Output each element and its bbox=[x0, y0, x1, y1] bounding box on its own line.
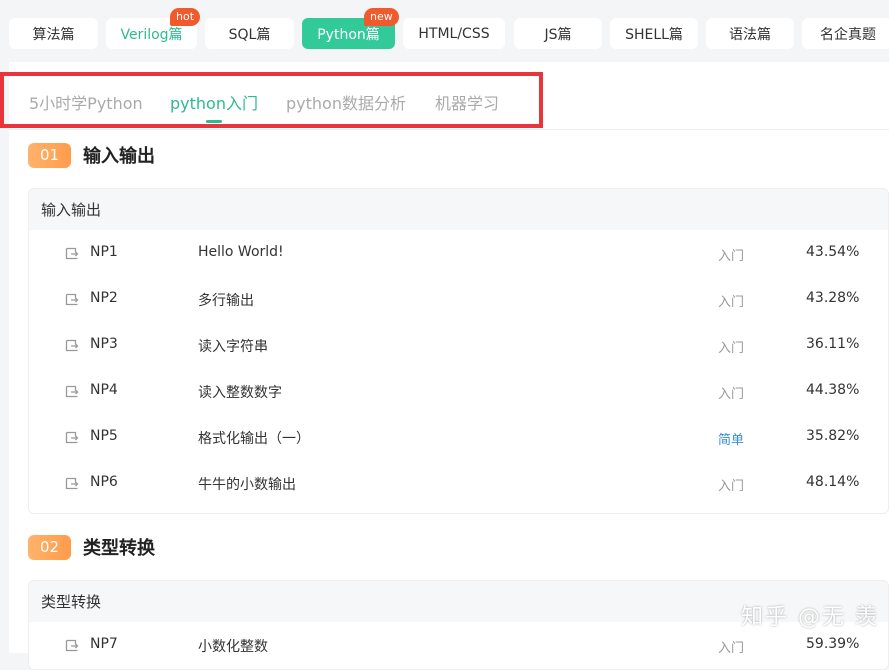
question-icon bbox=[65, 639, 79, 652]
section-title: 类型转换 bbox=[83, 534, 155, 560]
active-underline bbox=[206, 120, 222, 123]
tab-verilog[interactable]: Verilog篇 hot bbox=[106, 18, 197, 49]
tab-label: Python篇 bbox=[317, 24, 380, 44]
question-icon bbox=[65, 339, 79, 352]
subtab-python-data-analysis[interactable]: python数据分析 bbox=[286, 90, 406, 114]
question-icon bbox=[65, 247, 79, 260]
question-code: NP3 bbox=[90, 336, 118, 352]
tab-label: Verilog篇 bbox=[120, 24, 182, 44]
question-code: NP6 bbox=[90, 474, 118, 490]
difficulty-label: 入门 bbox=[718, 383, 744, 402]
tab-label: SQL篇 bbox=[229, 24, 271, 44]
card-title: 输入输出 bbox=[29, 189, 888, 230]
question-icon bbox=[65, 293, 79, 306]
pass-rate: 43.54% bbox=[806, 244, 859, 260]
question-row[interactable]: NP6 牛牛的小数输出 入门 48.14% bbox=[29, 460, 888, 506]
question-icon bbox=[65, 385, 79, 398]
new-badge: new bbox=[364, 8, 399, 26]
difficulty-label: 入门 bbox=[718, 337, 744, 356]
question-title[interactable]: Hello World! bbox=[198, 244, 284, 260]
question-row[interactable]: NP5 格式化输出（一） 简单 35.82% bbox=[29, 414, 888, 460]
question-icon bbox=[65, 431, 79, 444]
tab-label: 算法篇 bbox=[33, 24, 75, 44]
question-code: NP2 bbox=[90, 290, 118, 306]
tab-label: SHELL篇 bbox=[625, 24, 683, 44]
question-code: NP7 bbox=[90, 636, 118, 652]
pass-rate: 48.14% bbox=[806, 474, 859, 490]
pass-rate: 44.38% bbox=[806, 382, 859, 398]
difficulty-label: 简单 bbox=[718, 429, 744, 448]
tab-company-questions[interactable]: 名企真题 bbox=[802, 18, 889, 49]
tab-js[interactable]: JS篇 bbox=[514, 18, 602, 49]
question-code: NP1 bbox=[90, 244, 118, 260]
tab-algorithm[interactable]: 算法篇 bbox=[9, 18, 98, 49]
section-number-badge: 01 bbox=[28, 143, 71, 168]
tab-shell[interactable]: SHELL篇 bbox=[610, 18, 698, 49]
tab-syntax[interactable]: 语法篇 bbox=[706, 18, 794, 49]
subtab-label: python入门 bbox=[170, 94, 258, 113]
question-row[interactable]: NP1 Hello World! 入门 43.54% bbox=[29, 230, 888, 276]
pass-rate: 43.28% bbox=[806, 290, 859, 306]
tab-label: JS篇 bbox=[544, 24, 571, 44]
section-header: 01 输入输出 bbox=[28, 142, 155, 168]
question-icon bbox=[65, 477, 79, 490]
hot-badge: hot bbox=[170, 8, 200, 26]
section-number-badge: 02 bbox=[28, 535, 71, 560]
question-card: 输入输出 NP1Hello World!入门43.54%NP2多行输出入门43.… bbox=[28, 188, 889, 514]
difficulty-label: 入门 bbox=[718, 637, 744, 656]
tab-label: HTML/CSS bbox=[418, 26, 489, 42]
tab-html-css[interactable]: HTML/CSS bbox=[403, 18, 505, 49]
tab-sql[interactable]: SQL篇 bbox=[205, 18, 294, 49]
question-title[interactable]: 小数化整数 bbox=[198, 636, 268, 656]
question-title[interactable]: 读入整数数字 bbox=[198, 382, 282, 402]
question-title[interactable]: 读入字符串 bbox=[198, 336, 268, 356]
pass-rate: 35.82% bbox=[806, 428, 859, 444]
question-title[interactable]: 多行输出 bbox=[198, 290, 254, 310]
sub-tab-bar: 5小时学Python python入门 python数据分析 机器学习 bbox=[9, 62, 889, 130]
pass-rate: 59.39% bbox=[806, 636, 859, 652]
section-header: 02 类型转换 bbox=[28, 534, 155, 560]
difficulty-label: 入门 bbox=[718, 475, 744, 494]
question-row[interactable]: NP4 读入整数数字 入门 44.38% bbox=[29, 368, 888, 414]
question-row[interactable]: NP2 多行输出 入门 43.28% bbox=[29, 276, 888, 322]
section-title: 输入输出 bbox=[83, 142, 155, 168]
subtab-5h-python[interactable]: 5小时学Python bbox=[29, 90, 143, 114]
difficulty-label: 入门 bbox=[718, 291, 744, 310]
pass-rate: 36.11% bbox=[806, 336, 859, 352]
question-title[interactable]: 牛牛的小数输出 bbox=[198, 474, 296, 494]
tab-python[interactable]: Python篇 new bbox=[302, 18, 395, 49]
watermark: 知乎 @无 羡 bbox=[741, 599, 879, 631]
tab-label: 名企真题 bbox=[820, 24, 876, 44]
subtab-python-intro[interactable]: python入门 bbox=[170, 90, 258, 114]
subtab-machine-learning[interactable]: 机器学习 bbox=[435, 90, 499, 114]
tab-label: 语法篇 bbox=[729, 24, 771, 44]
question-title[interactable]: 格式化输出（一） bbox=[198, 428, 310, 448]
category-tab-bar: 算法篇 Verilog篇 hot SQL篇 Python篇 new HTML/C… bbox=[0, 0, 889, 62]
question-panel: 5小时学Python python入门 python数据分析 机器学习 01 输… bbox=[9, 62, 889, 653]
difficulty-label: 入门 bbox=[718, 245, 744, 264]
question-code: NP4 bbox=[90, 382, 118, 398]
question-code: NP5 bbox=[90, 428, 118, 444]
question-row[interactable]: NP3 读入字符串 入门 36.11% bbox=[29, 322, 888, 368]
